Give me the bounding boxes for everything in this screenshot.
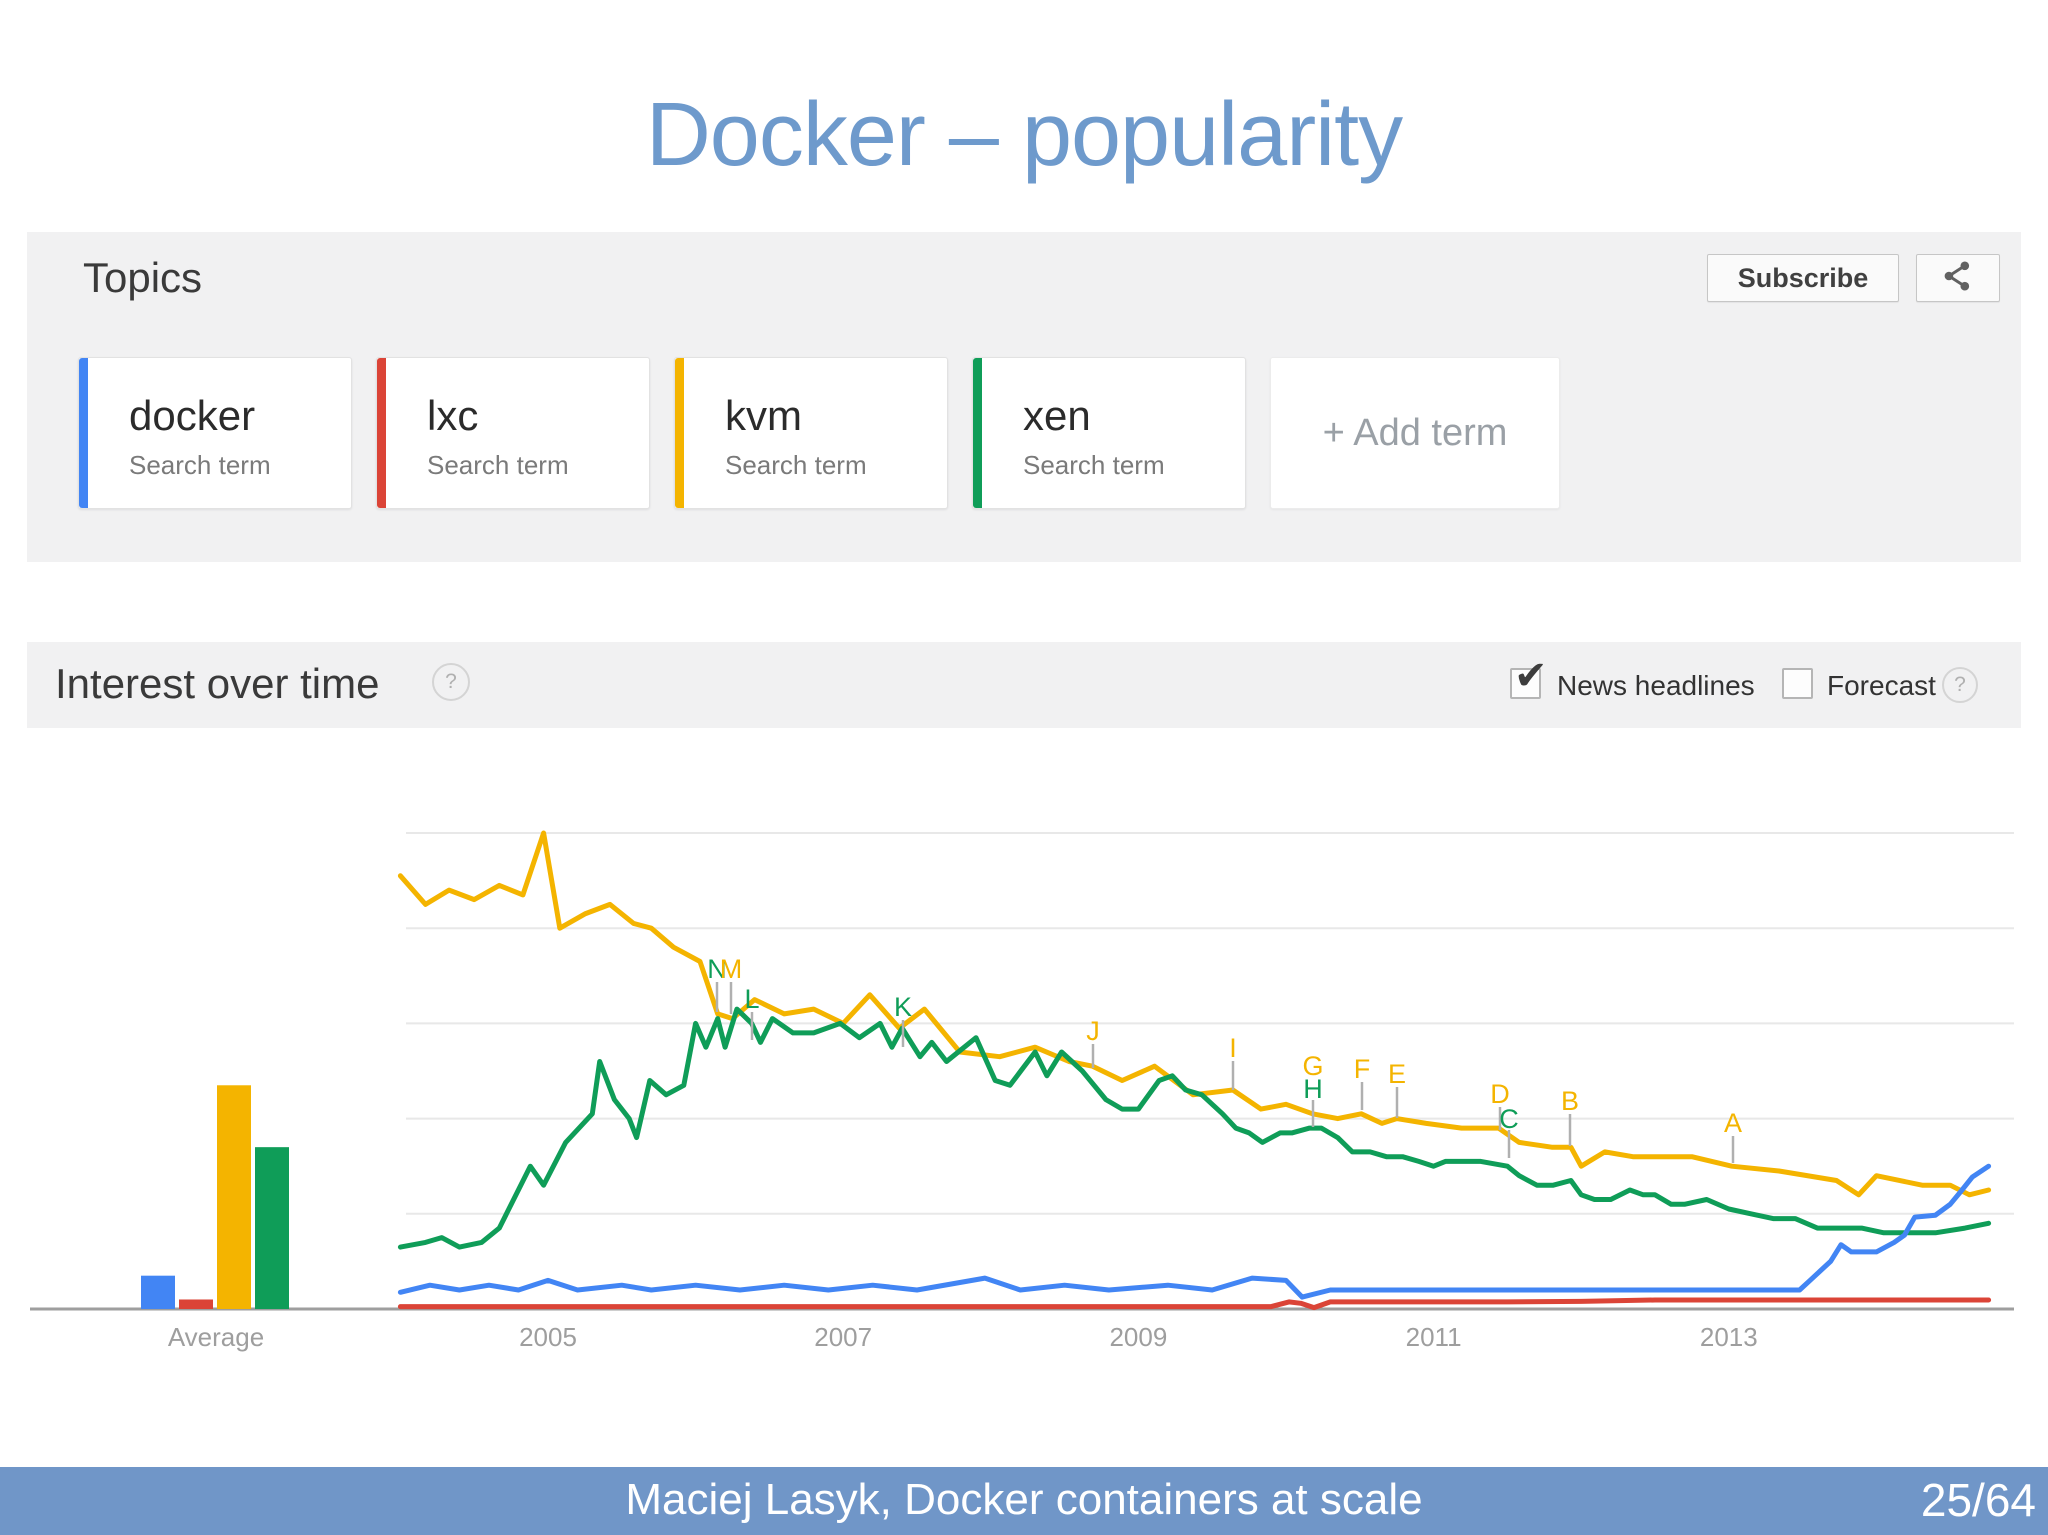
average-bar-kvm: [217, 1085, 251, 1309]
average-bars: [141, 1085, 289, 1309]
series-line-xen: [397, 1006, 1992, 1250]
footer-bar: Maciej Lasyk, Docker containers at scale…: [0, 1467, 2048, 1535]
series-line-lxc: [397, 1297, 1992, 1311]
average-bar-xen: [255, 1147, 289, 1309]
news-marker-M[interactable]: M: [720, 954, 743, 984]
series-lines: [397, 830, 1992, 1311]
news-marker-J[interactable]: J: [1086, 1016, 1100, 1046]
news-marker-F[interactable]: F: [1354, 1054, 1371, 1084]
news-marker-K[interactable]: K: [894, 992, 912, 1022]
x-tick-2009: 2009: [1109, 1322, 1167, 1352]
slide: Docker – popularity Topics Subscribe doc…: [0, 0, 2048, 1535]
x-tick-2005: 2005: [519, 1322, 577, 1352]
x-tick-2011: 2011: [1406, 1322, 1462, 1352]
x-tick-2013: 2013: [1700, 1322, 1758, 1352]
news-marker-L[interactable]: L: [744, 984, 759, 1014]
news-marker-C[interactable]: C: [1499, 1104, 1519, 1134]
average-bar-docker: [141, 1275, 175, 1309]
x-tick-2007: 2007: [814, 1322, 872, 1352]
average-label: Average: [168, 1322, 264, 1352]
news-headline-markers[interactable]: NML KJIGHF EDCBA: [707, 954, 1742, 1163]
news-marker-A[interactable]: A: [1724, 1108, 1742, 1138]
news-marker-E[interactable]: E: [1388, 1059, 1406, 1089]
news-marker-I[interactable]: I: [1229, 1033, 1237, 1063]
average-bar-lxc: [179, 1299, 213, 1309]
page-number: 25/64: [1920, 1474, 2036, 1526]
news-marker-H[interactable]: H: [1303, 1074, 1323, 1104]
gridlines: [406, 832, 2014, 1215]
interest-over-time-chart: NML KJIGHF EDCBA2005 2007 2009 2011 2013Averag…: [30, 830, 2014, 1352]
footer-text: Maciej Lasyk, Docker containers at scale: [625, 1475, 1423, 1524]
series-line-kvm: [397, 830, 1992, 1198]
news-marker-B[interactable]: B: [1561, 1086, 1579, 1116]
series-line-docker: [397, 1163, 1992, 1300]
x-axis-labels: 2005 2007 2009 2011 2013 Average: [168, 1322, 1758, 1352]
